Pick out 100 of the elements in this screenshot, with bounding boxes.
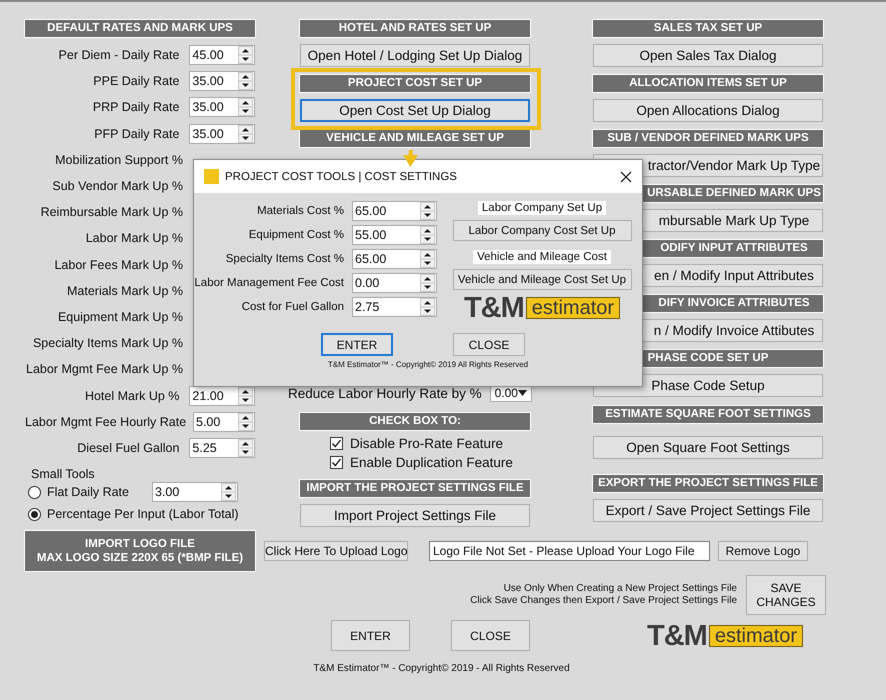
copyright-text: T&M Estimator™ - Copyright© 2019 All Rights Reserved bbox=[326, 360, 530, 369]
stepper-icon[interactable] bbox=[220, 483, 236, 501]
note-text: Click Save Changes then Export / Save Project Settings File bbox=[470, 595, 737, 607]
section-header: VEHICLE AND MILEAGE SET UP bbox=[300, 130, 530, 147]
number-field[interactable]: 35.00 bbox=[189, 71, 255, 92]
logo-word: estimator bbox=[708, 624, 804, 646]
dialog-button[interactable]: Open Allocations Dialog bbox=[593, 99, 823, 122]
field-label: Mobilization Support % bbox=[54, 152, 183, 167]
dialog-button[interactable]: Export / Save Project Settings File bbox=[593, 499, 823, 522]
number-field[interactable]: 5.25 bbox=[189, 438, 255, 458]
number-field[interactable]: 45.00 bbox=[189, 45, 255, 66]
footer-button[interactable]: ENTER bbox=[331, 620, 410, 651]
number-field[interactable]: 5.00 bbox=[193, 412, 255, 432]
caption-label: Labor Company Set Up bbox=[478, 201, 606, 215]
dialog-button[interactable]: Import Project Settings File bbox=[300, 504, 530, 527]
section-header: ESTIMATE SQUARE FOOT SETTINGS bbox=[593, 406, 823, 423]
checkbox[interactable] bbox=[330, 437, 343, 450]
dialog-footer-button[interactable]: CLOSE bbox=[453, 333, 525, 356]
logo-mark: T&M bbox=[647, 622, 707, 648]
stepper-icon[interactable] bbox=[420, 226, 435, 244]
number-field[interactable]: 65.00 bbox=[352, 249, 437, 269]
group-label: Small Tools bbox=[31, 467, 96, 481]
stepper-icon[interactable] bbox=[238, 438, 253, 457]
field-label: PRP Daily Rate bbox=[92, 100, 180, 114]
stepper-icon[interactable] bbox=[420, 298, 435, 316]
stepper-icon[interactable] bbox=[238, 124, 253, 143]
field-label: Labor Mgmt Fee Mark Up % bbox=[25, 362, 183, 376]
checkbox-label: Disable Pro-Rate Feature bbox=[350, 436, 504, 451]
caret-icon bbox=[518, 390, 527, 396]
section-header: SUB / VENDOR DEFINED MARK UPS bbox=[593, 130, 823, 147]
number-field[interactable]: 35.00 bbox=[189, 124, 255, 144]
stepper-icon[interactable] bbox=[420, 250, 435, 268]
field-label: Materials Cost % bbox=[256, 205, 344, 217]
radio-button[interactable] bbox=[28, 508, 41, 520]
number-field[interactable]: 21.00 bbox=[189, 386, 255, 406]
field-label: Labor Fees Mark Up % bbox=[53, 258, 183, 272]
callout-arrow bbox=[400, 150, 420, 167]
section-header: SALES TAX SET UP bbox=[593, 20, 823, 37]
panel-subtitle: MAX LOGO SIZE 220X 65 (*BMP FILE) bbox=[36, 552, 244, 564]
field-label: Hotel Mark Up % bbox=[84, 388, 180, 403]
setup-button[interactable]: Labor Company Cost Set Up bbox=[452, 220, 632, 241]
stepper-icon[interactable] bbox=[238, 46, 253, 64]
number-field[interactable]: 2.75 bbox=[352, 297, 437, 317]
number-field[interactable]: 65.00 bbox=[352, 201, 437, 221]
radio-label: Percentage Per Input (Labor Total) bbox=[47, 507, 239, 521]
section-header: ALLOCATION ITEMS SET UP bbox=[593, 75, 823, 92]
number-field[interactable]: 3.00 bbox=[152, 482, 238, 502]
field-label: Materials Mark Up % bbox=[66, 284, 183, 298]
stepper-icon[interactable] bbox=[420, 202, 435, 220]
field-label: Reimbursable Mark Up % bbox=[40, 205, 183, 220]
section-header: CHECK BOX TO: bbox=[300, 413, 530, 430]
stepper-icon[interactable] bbox=[238, 98, 253, 116]
field-label: Specialty Items Mark Up % bbox=[32, 336, 183, 350]
logo-word: estimator bbox=[526, 297, 620, 319]
stepper-icon[interactable] bbox=[238, 72, 253, 90]
dialog-footer-button[interactable]: ENTER bbox=[321, 333, 393, 356]
stepper-icon[interactable] bbox=[238, 386, 253, 405]
caption-label: Vehicle and Mileage Cost bbox=[473, 250, 611, 264]
checkbox[interactable] bbox=[330, 456, 343, 469]
section-header: EXPORT THE PROJECT SETTINGS FILE bbox=[593, 475, 823, 492]
note-text: Use Only When Creating a New Project Settings File bbox=[504, 583, 737, 595]
field-label: Diesel Fuel Gallon bbox=[76, 440, 180, 455]
section-header: HOTEL AND RATES SET UP bbox=[300, 20, 530, 37]
setup-button[interactable]: Vehicle and Mileage Cost Set Up bbox=[452, 269, 632, 290]
field-label: Reduce Labor Hourly Rate by % bbox=[288, 386, 482, 400]
close-icon[interactable] bbox=[620, 170, 632, 182]
logo-file-field[interactable]: Logo File Not Set - Please Upload Your Logo File bbox=[429, 541, 710, 561]
field-label: Equipment Mark Up % bbox=[56, 310, 183, 324]
dialog-button[interactable]: Open Square Foot Settings bbox=[593, 436, 823, 459]
dialog-title: PROJECT COST TOOLS | COST SETTINGS bbox=[225, 170, 457, 182]
number-field[interactable]: 55.00 bbox=[352, 225, 437, 245]
field-label: Labor Mark Up % bbox=[84, 231, 183, 246]
field-label: Equipment Cost % bbox=[248, 229, 344, 241]
footer-button[interactable]: CLOSE bbox=[451, 620, 530, 651]
section-header: IMPORT THE PROJECT SETTINGS FILE bbox=[300, 480, 530, 497]
radio-button[interactable] bbox=[28, 486, 41, 498]
field-label: Cost for Fuel Gallon bbox=[240, 301, 344, 313]
app-icon bbox=[204, 169, 219, 184]
panel-title: IMPORT LOGO FILE bbox=[85, 538, 195, 550]
number-field[interactable]: 0.00 bbox=[352, 273, 437, 293]
radio-label: Flat Daily Rate bbox=[47, 485, 129, 499]
number-field[interactable]: 35.00 bbox=[189, 97, 255, 118]
copyright-text: T&M Estimator™ - Copyright© 2019 - All Rights Reserved bbox=[312, 663, 571, 674]
stepper-icon[interactable] bbox=[420, 274, 435, 292]
dialog-button[interactable]: Open Cost Set Up Dialog bbox=[300, 99, 530, 122]
section-header: PROJECT COST SET UP bbox=[300, 75, 530, 92]
stepper-icon[interactable] bbox=[238, 412, 253, 431]
field-label: Per Diem - Daily Rate bbox=[58, 48, 180, 62]
field-label: Labor Management Fee Cost bbox=[194, 277, 344, 289]
field-label: Specialty Items Cost % bbox=[224, 253, 344, 265]
upload-logo-button[interactable]: Click Here To Upload Logo bbox=[264, 541, 408, 561]
logo-mark: T&M bbox=[464, 295, 524, 321]
field-label: PPE Daily Rate bbox=[92, 74, 180, 88]
field-label: PFP Daily Rate bbox=[93, 126, 180, 141]
section-header: DEFAULT RATES AND MARK UPS bbox=[25, 20, 255, 37]
dialog-button[interactable]: Open Hotel / Lodging Set Up Dialog bbox=[300, 44, 530, 67]
checkbox-label: Enable Duplication Feature bbox=[350, 455, 513, 470]
save-changes-button[interactable]: SAVE CHANGES bbox=[746, 575, 826, 615]
remove-logo-button[interactable]: Remove Logo bbox=[718, 541, 808, 561]
dialog-button[interactable]: Open Sales Tax Dialog bbox=[593, 44, 823, 67]
